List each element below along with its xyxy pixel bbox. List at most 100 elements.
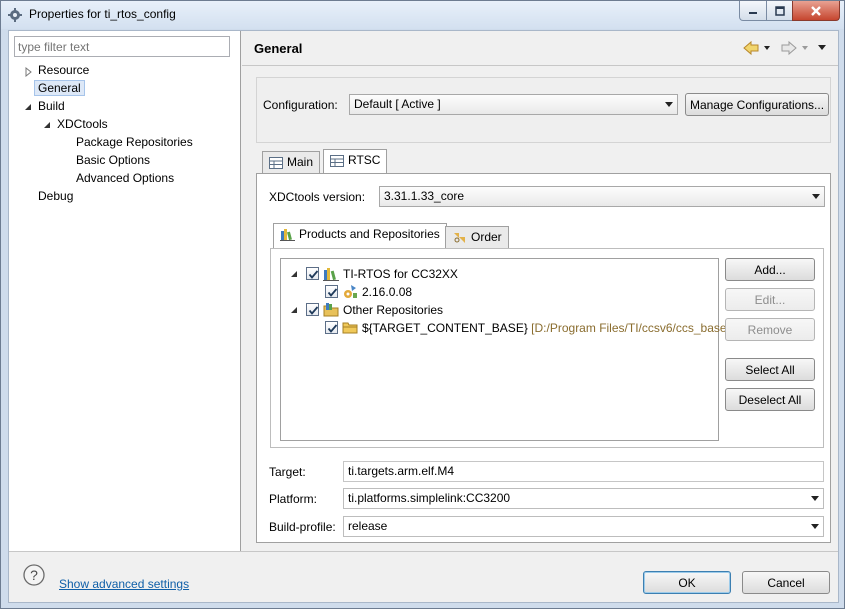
chevron-down-icon xyxy=(811,524,819,529)
chevron-down-icon xyxy=(811,496,819,501)
forward-arrow-icon[interactable] xyxy=(781,40,797,56)
edit-button[interactable]: Edit... xyxy=(725,288,815,311)
tirtos-version-checkbox[interactable] xyxy=(325,285,338,298)
build-profile-select[interactable]: release xyxy=(343,516,824,537)
cancel-button[interactable]: Cancel xyxy=(742,571,830,594)
product-tirtos-version[interactable]: 2.16.0.08 xyxy=(362,285,412,299)
collapse-tirtos-icon[interactable] xyxy=(290,270,298,278)
table-icon xyxy=(269,157,283,169)
product-tirtos[interactable]: TI-RTOS for CC32XX xyxy=(343,267,458,281)
table-icon xyxy=(330,155,344,167)
filter-input[interactable] xyxy=(14,36,230,57)
books-icon xyxy=(323,268,339,281)
collapse-xdctools-icon[interactable] xyxy=(42,120,52,130)
remove-button[interactable]: Remove xyxy=(725,318,815,341)
history-nav xyxy=(743,40,826,56)
configuration-select[interactable]: Default [ Active ] xyxy=(349,94,678,115)
books-icon xyxy=(280,229,295,241)
app-gear-icon xyxy=(8,8,22,22)
view-menu-icon[interactable] xyxy=(818,45,826,50)
forward-dropdown-icon[interactable] xyxy=(802,46,808,50)
tab-main-label: Main xyxy=(287,155,314,169)
target-content-base-name: ${TARGET_CONTENT_BASE} xyxy=(362,321,528,335)
tirtos-checkbox[interactable] xyxy=(306,267,319,280)
order-icon xyxy=(454,233,465,243)
configuration-label: Configuration: xyxy=(263,98,338,112)
check-icon xyxy=(327,288,338,297)
folder-icon xyxy=(342,322,358,334)
page-title: General xyxy=(254,41,303,56)
ok-button[interactable]: OK xyxy=(643,571,731,594)
target-content-base-path: [D:/Program Files/TI/ccsv6/ccs_base] xyxy=(531,321,730,335)
maximize-button[interactable] xyxy=(766,1,793,21)
products-tree[interactable]: TI-RTOS for CC32XX 2.16.0.08 Other Repos… xyxy=(280,258,730,441)
tab-products-and-repositories[interactable]: Products and Repositories xyxy=(273,223,447,248)
add-button[interactable]: Add... xyxy=(725,258,815,281)
xdctools-version-label: XDCtools version: xyxy=(269,190,366,204)
target-field[interactable]: ti.targets.arm.elf.M4 xyxy=(343,461,824,482)
window-title: Properties for ti_rtos_config xyxy=(29,7,176,21)
platform-select-value: ti.platforms.simplelink:CC3200 xyxy=(348,491,511,505)
minimize-button[interactable] xyxy=(739,1,767,21)
repository-folder-icon xyxy=(323,303,339,317)
tree-item-basic-options[interactable]: Basic Options xyxy=(76,152,150,169)
manage-configurations-button[interactable]: Manage Configurations... xyxy=(685,93,829,116)
tree-item-advanced-options[interactable]: Advanced Options xyxy=(76,170,174,187)
properties-window: Properties for ti_rtos_config Resource G… xyxy=(0,0,845,609)
minimize-icon xyxy=(749,11,757,14)
rtsc-panel: XDCtools version: 3.31.1.33_core Product… xyxy=(256,173,831,543)
other-repositories-checkbox[interactable] xyxy=(306,303,319,316)
tab-order[interactable]: Order xyxy=(445,226,509,248)
close-icon xyxy=(811,5,821,16)
tab-main[interactable]: Main xyxy=(262,151,321,173)
tab-order-label: Order xyxy=(471,230,502,244)
collapse-other-repositories-icon[interactable] xyxy=(290,306,298,314)
target-content-base-checkbox[interactable] xyxy=(325,321,338,334)
platform-label: Platform: xyxy=(269,492,318,506)
tree-item-resource[interactable]: Resource xyxy=(38,62,89,79)
tree-item-package-repositories[interactable]: Package Repositories xyxy=(76,134,193,151)
back-arrow-icon[interactable] xyxy=(743,40,759,56)
other-repositories[interactable]: Other Repositories xyxy=(343,303,443,317)
help-glyph: ? xyxy=(30,567,38,583)
platform-select[interactable]: ti.platforms.simplelink:CC3200 xyxy=(343,488,824,509)
deselect-all-button[interactable]: Deselect All xyxy=(725,388,815,411)
help-icon[interactable]: ? xyxy=(23,564,45,586)
check-icon xyxy=(327,324,338,333)
tree-item-build[interactable]: Build xyxy=(38,98,65,115)
tab-rtsc-label: RTSC xyxy=(348,153,381,167)
back-dropdown-icon[interactable] xyxy=(764,46,770,50)
configuration-select-value: Default [ Active ] xyxy=(354,97,441,111)
show-advanced-settings-link[interactable]: Show advanced settings xyxy=(59,577,189,591)
title-separator xyxy=(242,65,838,66)
maximize-icon xyxy=(774,5,785,16)
tab-rtsc[interactable]: RTSC xyxy=(323,149,388,173)
configuration-group: Configuration: Default [ Active ] Manage… xyxy=(256,77,831,143)
check-icon xyxy=(308,270,319,279)
xdctools-version-select[interactable]: 3.31.1.33_core xyxy=(379,186,825,207)
client-area: Resource General Build XDCtools Package … xyxy=(8,30,839,603)
select-all-button[interactable]: Select All xyxy=(725,358,815,381)
package-version-icon xyxy=(344,285,357,298)
navigation-pane: Resource General Build XDCtools Package … xyxy=(9,31,241,551)
dialog-button-bar: ? Show advanced settings OK Cancel xyxy=(9,551,838,602)
content-pane: General Configuration: Default [ Active … xyxy=(242,31,838,551)
products-panel: TI-RTOS for CC32XX 2.16.0.08 Other Repos… xyxy=(270,248,824,448)
tree-item-debug[interactable]: Debug xyxy=(38,188,73,205)
check-icon xyxy=(308,306,319,315)
target-content-base[interactable]: ${TARGET_CONTENT_BASE} [D:/Program Files… xyxy=(362,321,730,335)
collapse-build-icon[interactable] xyxy=(23,102,33,112)
build-profile-label: Build-profile: xyxy=(269,520,336,534)
tree-item-xdctools[interactable]: XDCtools xyxy=(57,116,108,133)
build-profile-select-value: release xyxy=(348,519,388,533)
xdctools-version-value: 3.31.1.33_core xyxy=(384,189,465,203)
chevron-down-icon xyxy=(812,194,820,199)
close-button[interactable] xyxy=(792,1,840,21)
tree-item-general[interactable]: General xyxy=(34,80,85,97)
title-bar[interactable]: Properties for ti_rtos_config xyxy=(1,1,844,29)
tab-products-label: Products and Repositories xyxy=(299,227,440,241)
tree-item-general-label: General xyxy=(34,80,85,96)
target-label: Target: xyxy=(269,465,306,479)
chevron-down-icon xyxy=(665,102,673,107)
expand-resource-icon[interactable] xyxy=(23,67,33,77)
